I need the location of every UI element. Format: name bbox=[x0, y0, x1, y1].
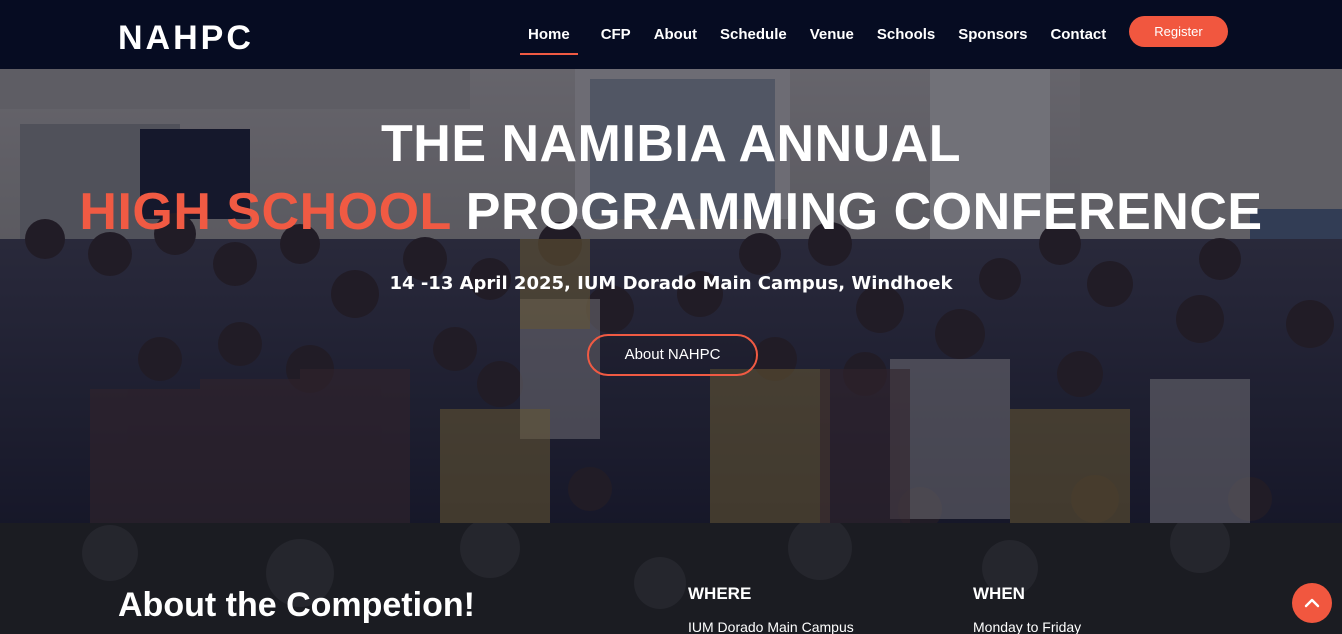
nav-item-about[interactable]: About bbox=[654, 19, 697, 51]
nav-item-schedule[interactable]: Schedule bbox=[720, 19, 787, 51]
nav-item-home[interactable]: Home bbox=[520, 19, 578, 55]
where-value: IUM Dorado Main Campus bbox=[688, 619, 854, 634]
hero-subtitle: 14 -13 April 2025, IUM Dorado Main Campu… bbox=[389, 273, 953, 294]
about-section: About the Competion! WHERE IUM Dorado Ma… bbox=[0, 523, 1342, 634]
main-nav: Home CFP About Schedule Venue Schools Sp… bbox=[520, 0, 1129, 69]
nav-item-sponsors[interactable]: Sponsors bbox=[958, 19, 1027, 51]
where-label: WHERE bbox=[688, 584, 752, 603]
nav-item-contact[interactable]: Contact bbox=[1050, 19, 1106, 51]
hero-title-line2: HIGH SCHOOL PROGRAMMING CONFERENCE bbox=[0, 181, 1342, 243]
nav-item-schools[interactable]: Schools bbox=[877, 19, 935, 51]
when-label: WHEN bbox=[973, 584, 1025, 603]
scroll-to-top-button[interactable] bbox=[1292, 583, 1332, 623]
hero-section: THE NAMIBIA ANNUAL HIGH SCHOOL PROGRAMMI… bbox=[0, 69, 1342, 523]
when-value: Monday to Friday bbox=[973, 619, 1082, 634]
chevron-up-icon bbox=[1304, 598, 1320, 608]
register-button[interactable]: Register bbox=[1129, 16, 1228, 47]
hero-title-line1: THE NAMIBIA ANNUAL bbox=[381, 115, 961, 173]
site-header: NAHPC Home CFP About Schedule Venue Scho… bbox=[0, 0, 1342, 69]
hero-title-rest: PROGRAMMING CONFERENCE bbox=[450, 183, 1263, 241]
nav-item-venue[interactable]: Venue bbox=[810, 19, 854, 51]
site-logo[interactable]: NAHPC bbox=[118, 18, 254, 58]
nav-item-cfp[interactable]: CFP bbox=[601, 19, 631, 51]
page: NAHPC Home CFP About Schedule Venue Scho… bbox=[0, 0, 1342, 634]
hero-title-accent: HIGH SCHOOL bbox=[79, 183, 451, 241]
about-nahpc-button[interactable]: About NAHPC bbox=[587, 334, 758, 376]
about-heading: About the Competion! bbox=[118, 586, 475, 624]
